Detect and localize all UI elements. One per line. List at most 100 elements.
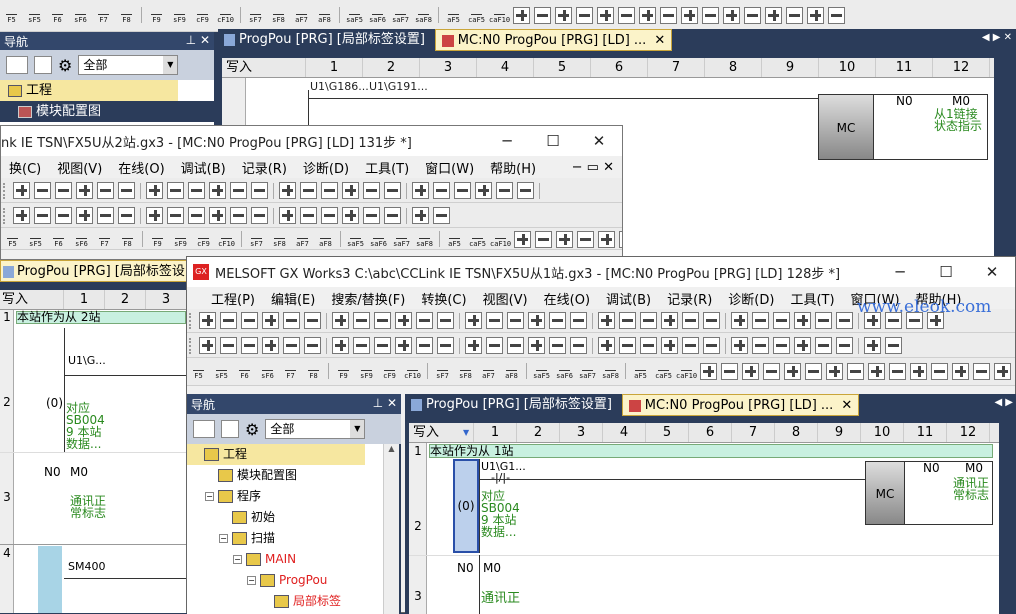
tool-icon[interactable] — [353, 337, 370, 354]
tool-icon[interactable] — [34, 182, 51, 199]
toolbar-grip[interactable] — [189, 337, 195, 354]
ladder-tool-icon[interactable]: sF9 — [356, 361, 377, 381]
ladder-tool-icon[interactable]: sF8 — [268, 5, 289, 25]
ladder-tool-icon[interactable]: sF6 — [70, 5, 91, 25]
close-button[interactable]: ✕ — [969, 263, 1015, 281]
tool-icon[interactable] — [321, 207, 338, 224]
ladder-tool-icon[interactable]: aF8 — [315, 229, 336, 249]
tool-icon[interactable] — [454, 182, 471, 199]
ladder-tool-icon[interactable]: caF5 — [466, 5, 487, 25]
menu-item[interactable]: 诊断(D) — [295, 158, 357, 177]
ladder-tool-icon[interactable]: F8 — [303, 361, 324, 381]
tool-icon[interactable] — [763, 362, 780, 380]
maximize-button[interactable]: ☐ — [530, 132, 576, 150]
front-nav-filter-select[interactable]: 全部 ▼ — [265, 419, 366, 439]
tool-icon[interactable] — [363, 182, 380, 199]
tool-icon[interactable] — [486, 312, 503, 329]
ladder-tool-icon[interactable]: saF8 — [600, 361, 621, 381]
menu-item[interactable]: 在线(O) — [110, 158, 172, 177]
tool-icon[interactable] — [815, 337, 832, 354]
tool-icon[interactable] — [395, 337, 412, 354]
tool-icon[interactable] — [577, 230, 594, 248]
tool-icon[interactable] — [395, 312, 412, 329]
ladder-tool-icon[interactable]: sF5 — [24, 5, 45, 25]
ladder-tool-icon[interactable]: saF7 — [390, 5, 411, 25]
tool-icon[interactable] — [682, 337, 699, 354]
tool-icon[interactable] — [952, 362, 969, 380]
ladder-tool-icon[interactable]: sF5 — [211, 361, 232, 381]
menu-item[interactable]: 工具(T) — [782, 289, 842, 308]
tool-icon[interactable] — [230, 182, 247, 199]
tool-icon[interactable] — [836, 312, 853, 329]
back-mc-block[interactable]: MC — [818, 94, 874, 160]
tool-icon[interactable] — [598, 312, 615, 329]
tool-icon[interactable] — [702, 6, 719, 24]
maximize-button[interactable]: ☐ — [923, 263, 969, 281]
tool-icon[interactable] — [826, 362, 843, 380]
tool-icon[interactable] — [55, 207, 72, 224]
tool-icon[interactable] — [752, 312, 769, 329]
menu-item[interactable]: 换(C) — [1, 158, 49, 177]
tool-icon[interactable] — [342, 182, 359, 199]
tool-icon[interactable] — [815, 312, 832, 329]
ladder-tool-icon[interactable]: F9 — [146, 5, 167, 25]
tool-icon[interactable] — [363, 207, 380, 224]
ladder-tool-icon[interactable]: F8 — [116, 5, 137, 25]
tree-scrollbar[interactable]: ▲ — [383, 444, 399, 614]
front-tab-ladder[interactable]: MC:N0 ProgPou [PRG] [LD] ... ✕ — [621, 394, 860, 416]
tool-icon[interactable] — [279, 207, 296, 224]
tool-icon[interactable] — [321, 182, 338, 199]
menu-item[interactable]: 视图(V) — [49, 158, 110, 177]
tool-icon[interactable] — [639, 6, 656, 24]
tool-icon[interactable] — [188, 182, 205, 199]
tool-icon[interactable] — [885, 337, 902, 354]
ladder-tool-icon[interactable]: F7 — [93, 5, 114, 25]
ladder-tool-icon[interactable]: saF8 — [413, 5, 434, 25]
ladder-tool-icon[interactable]: aF7 — [292, 229, 313, 249]
front-mc-block[interactable]: MC — [865, 461, 905, 525]
ladder-tool-icon[interactable]: aF7 — [478, 361, 499, 381]
tool-icon[interactable] — [332, 337, 349, 354]
tool-icon[interactable] — [507, 337, 524, 354]
ladder-tool-icon[interactable]: cF9 — [192, 5, 213, 25]
expander-icon[interactable]: − — [219, 534, 228, 543]
ladder-tool-icon[interactable]: saF7 — [391, 229, 412, 249]
tool-icon[interactable] — [118, 207, 135, 224]
tree-item[interactable]: − 程序 — [187, 486, 383, 507]
chevron-down-icon[interactable]: ▼ — [463, 423, 469, 443]
tool-icon[interactable] — [752, 337, 769, 354]
tool-icon[interactable] — [437, 337, 454, 354]
ladder-tool-icon[interactable]: saF8 — [414, 229, 435, 249]
tool-icon[interactable] — [731, 312, 748, 329]
menu-item[interactable]: 工程(P) — [203, 289, 263, 308]
expander-icon[interactable]: − — [247, 576, 256, 585]
tool-icon[interactable] — [209, 207, 226, 224]
tool-icon[interactable] — [486, 337, 503, 354]
expander-icon[interactable]: − — [233, 555, 242, 564]
menu-item[interactable]: 转换(C) — [413, 289, 474, 308]
tool-icon[interactable] — [384, 182, 401, 199]
tool-icon[interactable] — [384, 207, 401, 224]
tool-icon[interactable] — [283, 337, 300, 354]
tool-icon[interactable] — [374, 312, 391, 329]
tool-icon[interactable] — [619, 312, 636, 329]
tool-icon[interactable] — [598, 230, 615, 248]
tool-icon[interactable] — [300, 207, 317, 224]
tool-icon[interactable] — [199, 312, 216, 329]
close-icon[interactable]: ✕ — [654, 33, 665, 48]
tool-icon[interactable] — [283, 312, 300, 329]
mid-tab[interactable]: ProgPou [PRG] [局部标签设 — [0, 260, 188, 282]
ladder-tool-icon[interactable]: caF10 — [490, 229, 511, 249]
ladder-tool-icon[interactable]: aF8 — [314, 5, 335, 25]
ladder-tool-icon[interactable]: cF9 — [379, 361, 400, 381]
menu-item[interactable]: 视图(V) — [475, 289, 536, 308]
ladder-tool-icon[interactable]: saF6 — [368, 229, 389, 249]
minimize-button[interactable]: ─ — [877, 263, 923, 281]
tool-icon[interactable] — [507, 312, 524, 329]
minimize-button[interactable]: ─ — [484, 132, 530, 150]
tool-icon[interactable] — [742, 362, 759, 380]
tool-icon[interactable] — [146, 207, 163, 224]
tool-icon[interactable] — [496, 182, 513, 199]
tool-icon[interactable] — [433, 182, 450, 199]
collapse-icon[interactable] — [34, 56, 52, 74]
